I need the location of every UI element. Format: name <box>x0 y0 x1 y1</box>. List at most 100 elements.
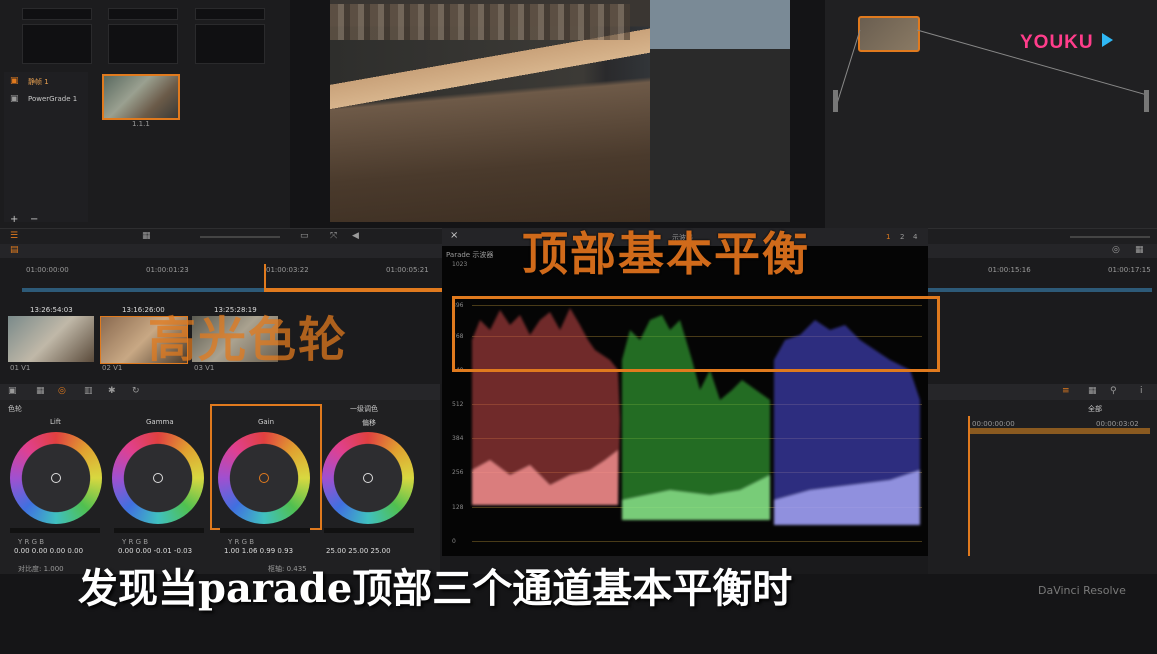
gamma-master-slider[interactable] <box>114 528 204 533</box>
youku-watermark: YOUKU <box>1020 32 1113 54</box>
keyframes-icon[interactable]: ≡ <box>1062 386 1070 396</box>
lift-master-slider[interactable] <box>10 528 100 533</box>
album-icon: ▣ <box>10 76 19 86</box>
viewer-person <box>650 0 790 222</box>
scope-close-button[interactable]: × <box>450 230 458 241</box>
youku-logo-text: YOUKU <box>1020 32 1094 53</box>
search-icon[interactable]: ⚲ <box>1110 386 1117 396</box>
gallery-album-thumb[interactable] <box>108 24 178 64</box>
keyframes-playhead[interactable] <box>968 416 970 556</box>
scope-y-label: 384 <box>452 435 464 442</box>
keyframes-track <box>970 428 1150 434</box>
color-wheels-icon[interactable]: ◎ <box>58 386 66 396</box>
wheel-label: 偏移 <box>362 419 376 427</box>
color-match-icon[interactable]: ▦ <box>36 386 45 396</box>
timeline-icon[interactable]: ▤ <box>10 245 19 255</box>
clip-thumbnail[interactable] <box>8 316 94 362</box>
viewer-image <box>330 0 790 222</box>
keyframes-tc-end: 00:00:03:02 <box>1096 420 1139 428</box>
clip-label: 01 V1 <box>10 364 31 372</box>
rgb-mixer-icon[interactable]: ▥ <box>84 386 93 396</box>
wheel-channels: Y R G B <box>122 538 149 546</box>
scope-settings-icon[interactable]: ◎ <box>1112 245 1120 255</box>
scope-y-label: 128 <box>452 504 464 511</box>
wheel-values: 0.00 0.00 0.00 0.00 <box>14 547 84 555</box>
wheel-channels: Y R G B <box>18 538 45 546</box>
offset-master-slider[interactable] <box>324 528 414 533</box>
youku-play-icon <box>1101 33 1113 47</box>
motion-effects-icon[interactable]: ✱ <box>108 386 116 396</box>
scope-gridline <box>472 541 922 542</box>
keyframes-header: ≡ ▦ ⚲ i <box>928 384 1157 400</box>
gallery-album-thumb[interactable] <box>108 8 178 20</box>
playhead[interactable] <box>264 264 266 288</box>
add-album-button[interactable]: + <box>10 214 18 225</box>
gallery-album-thumb[interactable] <box>22 8 92 20</box>
grid-view-icon[interactable]: ▦ <box>142 231 151 241</box>
viewer-mode-icon[interactable]: ▭ <box>300 231 309 241</box>
scope-y-label: 512 <box>452 401 464 408</box>
scope-mode-select[interactable]: Parade 示波器 <box>446 250 493 260</box>
album-item-label: PowerGrade 1 <box>28 95 78 103</box>
timeline-tick: 01:00:00:00 <box>26 266 69 274</box>
remove-album-button[interactable]: − <box>30 214 38 225</box>
wheel-center-dot[interactable] <box>153 473 163 483</box>
info-icon[interactable]: i <box>1140 386 1143 396</box>
timeline-tick: 01:00:03:22 <box>266 266 309 274</box>
gallery-panel: ▣ 静帧 1 ▣ PowerGrade 1 1.1.1 + − <box>0 0 290 228</box>
zoom-slider[interactable] <box>200 236 280 238</box>
gamma-wheel[interactable] <box>112 432 204 524</box>
gallery-album-thumb[interactable] <box>22 24 92 64</box>
wheel-channels: Y R G B <box>228 538 255 546</box>
scope-y-label: 1023 <box>452 261 468 268</box>
offset-wheel[interactable] <box>322 432 414 524</box>
node-output-handle[interactable] <box>1144 90 1149 112</box>
gallery-album-thumb[interactable] <box>195 24 265 64</box>
scope-page-4[interactable]: 4 <box>913 233 917 241</box>
contrast-value[interactable]: 对比度: 1.000 <box>18 564 64 574</box>
camera-raw-icon[interactable]: ▣ <box>8 386 17 396</box>
app-name: DaVinci Resolve <box>1038 584 1126 597</box>
timeline-tick: 01:00:01:23 <box>146 266 189 274</box>
scope-y-label: 0 <box>452 538 456 545</box>
overlay-highlight-wheel: 高光色轮 <box>148 312 349 368</box>
gallery-album-thumb[interactable] <box>195 8 265 20</box>
reset-icon[interactable]: ↻ <box>132 386 140 396</box>
keyframes-panel: ≡ ▦ ⚲ i 全部 00:00:00:00 00:00:03:02 <box>928 384 1157 574</box>
color-mode-label[interactable]: 一级调色 <box>350 404 378 414</box>
scope-page-2[interactable]: 2 <box>900 233 904 241</box>
gallery-toggle-icon[interactable]: ☰ <box>10 231 18 241</box>
lift-wheel[interactable] <box>10 432 102 524</box>
keyframes-filter[interactable]: 全部 <box>1088 404 1102 414</box>
wheel-center-dot[interactable] <box>363 473 373 483</box>
fit-icon[interactable]: ⤧ <box>330 231 337 241</box>
clip-label: 02 V1 <box>102 364 123 372</box>
color-panel: ▣ ▦ ◎ ▥ ✱ ↻ 色轮 一级调色 Lift Gamma Gain 偏移 Y… <box>0 384 440 574</box>
top-balance-highlight-box <box>452 296 940 372</box>
color-tools-bar: ▣ ▦ ◎ ▥ ✱ ↻ <box>0 384 440 400</box>
gallery-still[interactable] <box>102 74 180 120</box>
clip-timecode: 13:26:54:03 <box>30 306 73 314</box>
scope-y-label: 256 <box>452 469 464 476</box>
timeline-options-icon[interactable]: ▦ <box>1135 245 1144 255</box>
album-icon: ▣ <box>10 94 19 104</box>
curve-icon[interactable]: ▦ <box>1088 386 1097 396</box>
gain-master-slider[interactable] <box>220 528 310 533</box>
gallery-still-label: 1.1.1 <box>132 120 150 128</box>
node-input-handle[interactable] <box>833 90 838 112</box>
timeline-tick: 01:00:05:21 <box>386 266 429 274</box>
scope-page-1[interactable]: 1 <box>886 233 890 241</box>
wheel-center-dot[interactable] <box>51 473 61 483</box>
timeline-track-progress <box>264 288 444 292</box>
timeline-tick: 01:00:15:16 <box>988 266 1031 274</box>
audio-icon[interactable]: ◀ <box>352 231 359 241</box>
overlay-subtitle: 发现当parade顶部三个通道基本平衡时 <box>78 565 793 612</box>
album-item-powergrade[interactable]: ▣ PowerGrade 1 <box>8 94 86 106</box>
album-item-stills[interactable]: ▣ 静帧 1 <box>8 76 86 88</box>
album-item-label: 静帧 1 <box>28 78 49 86</box>
wheel-values: 1.00 1.06 0.99 0.93 <box>224 547 294 555</box>
node-zoom-slider[interactable] <box>1070 236 1150 238</box>
gallery-album-list: ▣ 静帧 1 ▣ PowerGrade 1 <box>4 72 88 222</box>
wheel-label: Gamma <box>146 418 174 426</box>
gain-wheel-highlight <box>210 404 322 530</box>
